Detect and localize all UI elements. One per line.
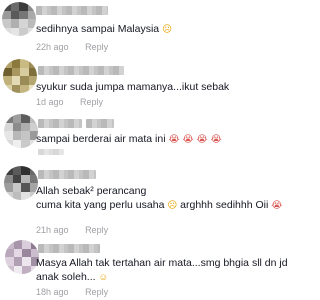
- username-blurred[interactable]: [38, 244, 100, 253]
- avatar[interactable]: [5, 240, 39, 274]
- avatar[interactable]: [4, 114, 38, 148]
- comment-time: 22h ago: [36, 42, 69, 52]
- username-blurred[interactable]: [36, 6, 108, 15]
- comment-text-line2: cuma kita yang perlu usaha ☹ arghhh sedi…: [36, 199, 283, 211]
- comment-meta: 21h ago Reply: [36, 225, 108, 235]
- comment-time: 21h ago: [36, 225, 69, 235]
- sad-face-emoji-icon: ☹: [167, 200, 178, 211]
- username-blurred[interactable]: [38, 66, 124, 75]
- avatar[interactable]: [2, 2, 36, 36]
- comment-time: 1d ago: [36, 97, 64, 107]
- username-blurred[interactable]: [38, 170, 96, 179]
- comment-text: syukur suda jumpa mamanya...ikut sebak: [36, 81, 230, 93]
- crying-face-emoji-icon: 😭: [210, 134, 222, 145]
- reply-button[interactable]: Reply: [80, 97, 103, 107]
- meta-blurred: [38, 149, 64, 155]
- reply-button[interactable]: Reply: [85, 225, 108, 235]
- sad-face-emoji-icon: ☹: [162, 24, 172, 35]
- comment-text-line2: anak soleh... ☺: [36, 271, 109, 283]
- comment-time: 18h ago: [36, 287, 69, 297]
- username-blurred[interactable]: [86, 119, 114, 128]
- username-blurred[interactable]: [38, 119, 82, 128]
- crying-face-emoji-icon: 😭: [271, 200, 283, 211]
- comment-meta: 22h ago Reply: [36, 42, 108, 52]
- comment-text: sedihnya sampai Malaysia ☹: [36, 23, 172, 35]
- reply-button[interactable]: Reply: [85, 42, 108, 52]
- comment-text: Allah sebak² perancang: [36, 185, 147, 197]
- avatar[interactable]: [4, 166, 38, 200]
- crying-face-emoji-icon: 😭: [168, 134, 180, 145]
- comment-text: Masya Allah tak tertahan air mata...smg …: [36, 257, 288, 269]
- comment-meta: 1d ago Reply: [36, 97, 103, 107]
- comment-text: sampai berderai air mata ini 😭 😭 😭 😭: [36, 133, 222, 145]
- reply-button[interactable]: Reply: [85, 287, 108, 297]
- crying-face-emoji-icon: 😭: [182, 134, 194, 145]
- comment-meta: 18h ago Reply: [36, 287, 108, 297]
- avatar[interactable]: [3, 59, 37, 93]
- smiling-face-emoji-icon: ☺: [98, 272, 109, 283]
- crying-face-emoji-icon: 😭: [196, 134, 208, 145]
